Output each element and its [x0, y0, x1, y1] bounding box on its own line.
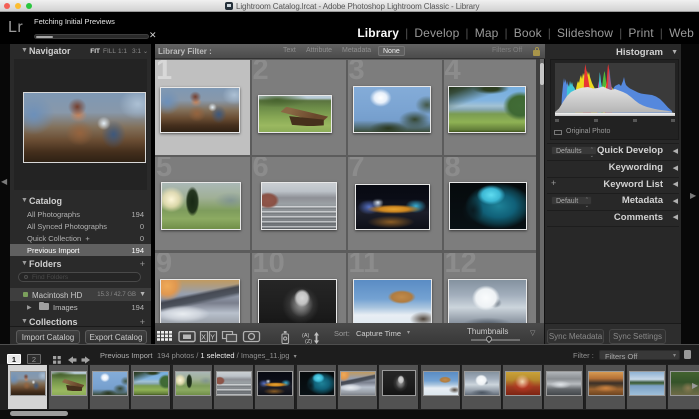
svg-text:(Z): (Z) [305, 339, 312, 344]
svg-text:X: X [201, 334, 206, 341]
svg-text:Y: Y [210, 334, 215, 341]
